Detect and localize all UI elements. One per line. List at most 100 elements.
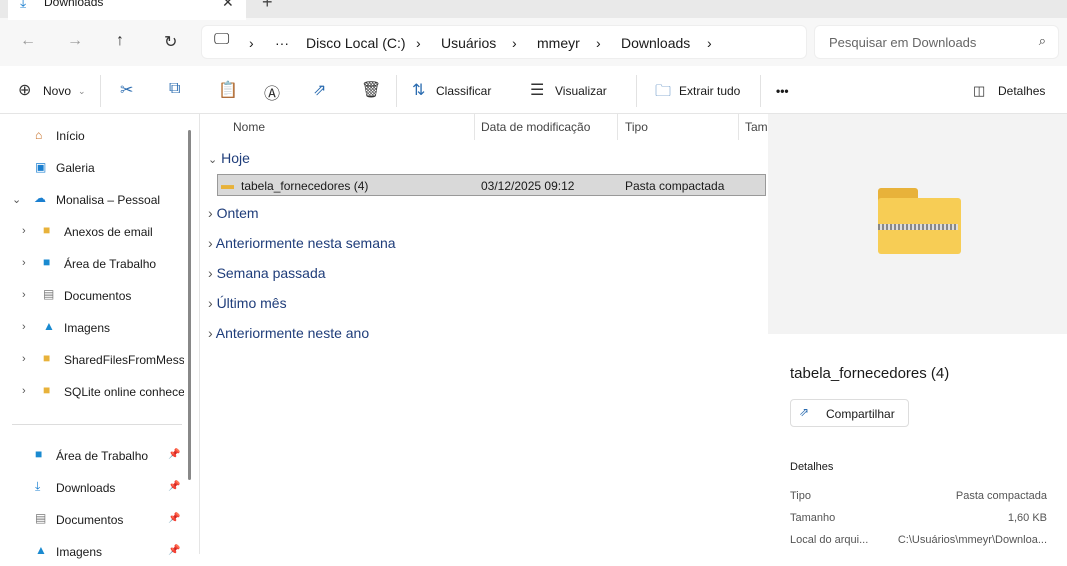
more-options-button[interactable]: ••• <box>776 84 789 98</box>
search-icon: ⌕ <box>1038 33 1046 48</box>
desktop-icon: ■ <box>35 447 43 461</box>
computer-icon: 🖵 <box>214 31 230 48</box>
details-pane-icon: ◫ <box>973 83 986 98</box>
address-bar[interactable] <box>202 26 806 58</box>
detail-key: Tipo <box>790 490 811 502</box>
chevron-right-icon[interactable]: › <box>596 35 601 51</box>
share-button[interactable]: ⇗ Compartilhar <box>790 399 909 427</box>
close-tab-button[interactable]: ✕ <box>222 0 234 11</box>
gallery-icon: ▣ <box>35 160 47 174</box>
pinned-downloads[interactable]: ⤓ Downloads 📌 <box>0 474 185 502</box>
sort-icon: ⇅ <box>412 82 426 99</box>
column-type[interactable]: Tipo <box>625 120 648 134</box>
divider <box>12 424 182 425</box>
more-crumbs-button[interactable]: ··· <box>275 35 289 51</box>
pinned-pictures[interactable]: ▲ Imagens 📌 <box>0 538 185 566</box>
pin-icon[interactable]: 📌 <box>168 449 180 460</box>
extract-all-button[interactable]: Extrair tudo <box>679 84 740 98</box>
details-button[interactable]: Detalhes <box>998 84 1045 98</box>
pin-icon[interactable]: 📌 <box>168 545 180 556</box>
chevron-right-icon[interactable]: › <box>22 385 26 397</box>
folder-icon: ■ <box>43 223 51 237</box>
share-icon[interactable]: ⇗ <box>313 80 326 100</box>
group-yesterday[interactable]: › Ontem <box>208 205 259 221</box>
new-tab-button[interactable]: + <box>262 0 273 13</box>
chevron-right-icon[interactable]: › <box>22 225 26 237</box>
view-icon: ☰ <box>530 82 545 99</box>
chevron-right-icon[interactable]: › <box>416 35 421 51</box>
view-button[interactable]: Visualizar <box>555 84 607 98</box>
delete-icon[interactable]: 🗑 <box>361 80 381 100</box>
file-name: tabela_fornecedores (4) <box>241 179 369 193</box>
pinned-documents[interactable]: ▤ Documentos 📌 <box>0 506 185 534</box>
documents-icon: ▤ <box>43 287 55 301</box>
sidebar-scrollbar[interactable] <box>188 130 191 480</box>
documents-icon: ▤ <box>35 511 47 525</box>
copy-icon[interactable]: ⧉ <box>169 80 180 98</box>
group-last-week[interactable]: › Semana passada <box>208 265 326 281</box>
sidebar-item-desktop[interactable]: › ■ Área de Trabalho <box>0 250 185 278</box>
chevron-right-icon[interactable]: › <box>22 321 26 333</box>
extract-icon: 🗀 <box>655 83 672 100</box>
divider <box>636 75 637 107</box>
cloud-icon: ☁ <box>34 191 46 205</box>
breadcrumb-item[interactable]: mmeyr <box>537 35 580 51</box>
sidebar-item-onedrive[interactable]: ⌄ ☁ Monalisa – Pessoal <box>0 186 185 214</box>
cut-icon[interactable]: ✂ <box>120 80 133 100</box>
tab-downloads[interactable]: ⤓ Downloads ✕ <box>8 0 246 20</box>
breadcrumb-item[interactable]: Disco Local (C:) <box>306 35 406 51</box>
rename-icon[interactable]: Ⓐ <box>264 80 280 104</box>
chevron-right-icon[interactable]: › <box>249 35 254 51</box>
chevron-right-icon[interactable]: › <box>512 35 517 51</box>
download-icon: ⤓ <box>20 0 27 10</box>
sidebar-item-anexos[interactable]: › ■ Anexos de email <box>0 218 185 246</box>
back-button[interactable]: ← <box>20 32 36 50</box>
search-input[interactable]: Pesquisar em Downloads ⌕ <box>815 26 1058 58</box>
breadcrumb-item[interactable]: Usuários <box>441 35 496 51</box>
pin-icon[interactable]: 📌 <box>168 481 180 492</box>
breadcrumb-item[interactable]: Downloads <box>621 35 690 51</box>
desktop-icon: ■ <box>43 255 51 269</box>
detail-value: C:\Usuários\mmeyr\Downloa... <box>897 534 1047 546</box>
column-name[interactable]: Nome <box>233 120 265 134</box>
paste-icon[interactable]: 📋 <box>218 80 238 100</box>
chevron-right-icon[interactable]: › <box>707 35 712 51</box>
new-button[interactable]: Novo <box>43 84 71 98</box>
sidebar-item-gallery[interactable]: ▣ Galeria <box>0 154 185 182</box>
download-icon: ⤓ <box>35 479 41 493</box>
group-earlier-this-year[interactable]: › Anteriormente neste ano <box>208 325 369 341</box>
chevron-right-icon[interactable]: › <box>22 289 26 301</box>
pictures-icon: ▲ <box>35 543 47 557</box>
plus-circle-icon: ⊕ <box>18 82 32 99</box>
column-size[interactable]: Tam <box>745 120 767 134</box>
sidebar-item-documents[interactable]: › ▤ Documentos <box>0 282 185 310</box>
file-row[interactable]: ▬ tabela_fornecedores (4) 03/12/2025 09:… <box>217 174 766 196</box>
divider <box>760 75 761 107</box>
details-title: tabela_fornecedores (4) <box>790 365 950 382</box>
chevron-right-icon[interactable]: › <box>22 257 26 269</box>
chevron-down-icon[interactable]: ⌄ <box>12 193 21 206</box>
zip-folder-icon: ▬ <box>221 177 234 192</box>
divider <box>100 75 101 107</box>
detail-key: Local do arqui... <box>790 534 869 546</box>
column-date[interactable]: Data de modificação <box>481 120 590 134</box>
group-today[interactable]: ⌄ Hoje <box>208 150 250 166</box>
sidebar-item-pictures[interactable]: › ▲ Imagens <box>0 314 185 342</box>
group-last-month[interactable]: › Último mês <box>208 295 287 311</box>
up-button[interactable]: ↑ <box>116 32 124 50</box>
chevron-right-icon[interactable]: › <box>22 353 26 365</box>
sidebar-item-shared[interactable]: › ■ SharedFilesFromMesse <box>0 346 185 374</box>
refresh-button[interactable]: ↻ <box>164 32 177 52</box>
forward-button[interactable]: → <box>67 32 83 50</box>
column-divider <box>617 114 618 140</box>
home-icon: ⌂ <box>35 128 43 142</box>
sidebar-item-home[interactable]: ⌂ Início <box>0 122 185 150</box>
detail-key: Tamanho <box>790 512 836 524</box>
folder-icon: ■ <box>43 351 51 365</box>
pinned-desktop[interactable]: ■ Área de Trabalho 📌 <box>0 442 185 470</box>
pin-icon[interactable]: 📌 <box>168 513 180 524</box>
group-earlier-this-week[interactable]: › Anteriormente nesta semana <box>208 235 396 251</box>
sort-button[interactable]: Classificar <box>436 84 491 98</box>
detail-value: 1,60 KB <box>1007 512 1047 524</box>
sidebar-item-sqlite[interactable]: › ■ SQLite online conhece <box>0 378 185 406</box>
